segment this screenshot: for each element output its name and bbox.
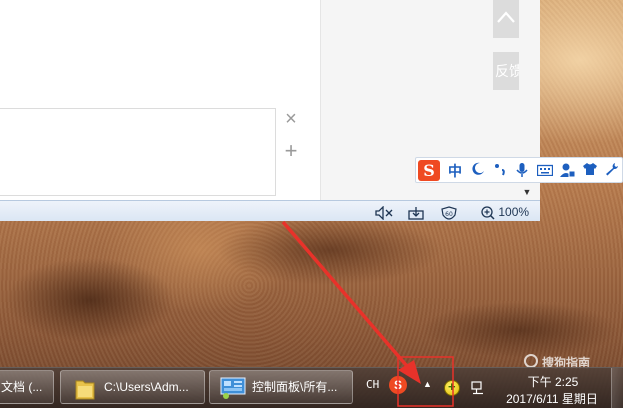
tray-app-icon[interactable] bbox=[444, 379, 460, 396]
feedback-button[interactable]: 反馈 bbox=[493, 52, 519, 90]
taskbar-button-control-panel[interactable]: 控制面板\所有... bbox=[209, 370, 353, 404]
show-hidden-icons-button[interactable]: ▲ bbox=[423, 379, 432, 389]
zoom-level-label: 100% bbox=[498, 205, 530, 219]
moon-icon[interactable] bbox=[469, 162, 487, 180]
zoom-control[interactable]: 100% bbox=[481, 204, 529, 220]
microphone-icon[interactable] bbox=[513, 162, 531, 180]
language-indicator[interactable]: CH bbox=[366, 378, 379, 392]
taskbar-button-document[interactable]: 文档 (... bbox=[0, 370, 54, 404]
chinese-mode-toggle[interactable]: 中 bbox=[446, 162, 464, 180]
download-manager-icon[interactable] bbox=[407, 204, 425, 220]
skin-shirt-icon[interactable] bbox=[581, 162, 599, 180]
zoom-in-icon bbox=[481, 206, 495, 220]
clock-date[interactable]: 2017/6/11 星期日 bbox=[498, 390, 606, 407]
ime-dropdown-arrow-icon[interactable]: ▼ bbox=[520, 186, 534, 198]
sogou-tray-icon[interactable]: S bbox=[389, 376, 407, 394]
security-shield-icon[interactable]: 60 bbox=[440, 204, 458, 220]
keyboard-icon[interactable] bbox=[535, 162, 555, 180]
control-panel-icon bbox=[220, 376, 246, 403]
clock-time[interactable]: 下午 2:25 bbox=[522, 373, 584, 390]
chevron-up-icon bbox=[497, 11, 515, 23]
folder-icon bbox=[74, 377, 96, 403]
svg-text:60: 60 bbox=[445, 211, 453, 218]
settings-wrench-icon[interactable] bbox=[603, 162, 621, 180]
user-icon[interactable] bbox=[559, 162, 577, 180]
show-desktop-button[interactable] bbox=[611, 368, 623, 408]
punctuation-icon[interactable] bbox=[491, 162, 509, 180]
taskbar-button-explorer[interactable]: C:\Users\Adm... bbox=[60, 370, 205, 404]
add-icon[interactable]: + bbox=[281, 140, 301, 162]
text-input-box[interactable] bbox=[0, 108, 276, 196]
close-icon[interactable]: × bbox=[281, 109, 301, 129]
sogou-ime-toolbar[interactable]: S 中 bbox=[415, 157, 623, 183]
sogou-logo-icon[interactable]: S bbox=[418, 160, 440, 181]
browser-status-bar: 60 100% bbox=[0, 200, 540, 221]
watermark-logo-icon bbox=[524, 354, 538, 368]
back-to-top-button[interactable] bbox=[493, 0, 519, 38]
network-icon[interactable] bbox=[471, 381, 485, 398]
mute-icon[interactable] bbox=[375, 204, 393, 220]
browser-window: × + 反馈 60 100% bbox=[0, 0, 540, 221]
